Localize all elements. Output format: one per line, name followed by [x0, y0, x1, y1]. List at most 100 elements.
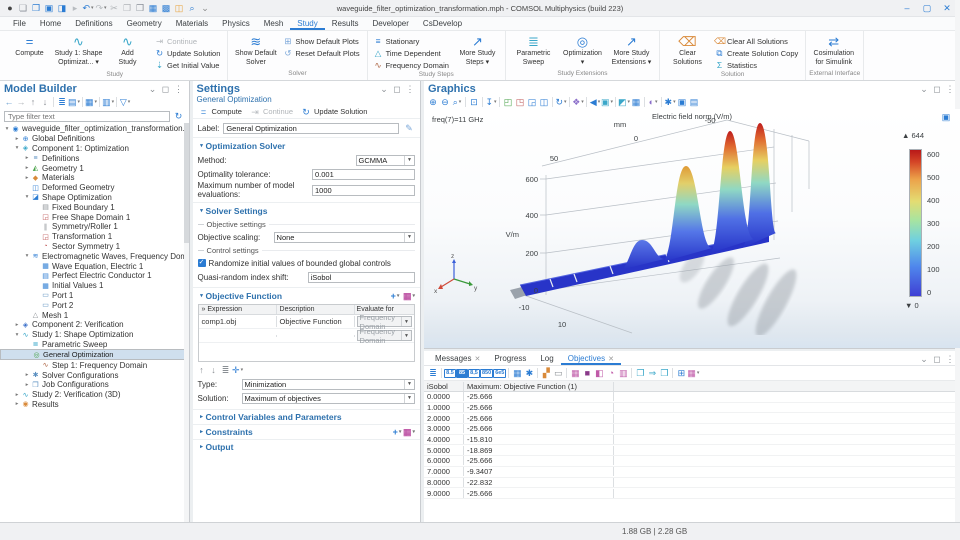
- tree-node[interactable]: ▸⊕Global Definitions: [0, 134, 189, 144]
- tree-node[interactable]: ▾∿Study 1: Shape Optimization: [0, 330, 189, 340]
- panel-menu-icon[interactable]: ⋮: [404, 83, 416, 95]
- tolerance-input[interactable]: [312, 169, 415, 180]
- checkbox-checked-icon[interactable]: ✓: [198, 259, 206, 267]
- tree-node[interactable]: ▾◉waveguide_filter_optimization_transfor…: [0, 124, 189, 134]
- parametric-sweep-button[interactable]: ≣ParametricSweep: [509, 32, 558, 70]
- zoom-out-icon[interactable]: ⊖: [439, 96, 451, 108]
- collapse-panel-icon[interactable]: ⌄: [378, 83, 390, 95]
- collapsed-arrow-icon[interactable]: ▸: [13, 401, 21, 407]
- compute-button[interactable]: =Compute: [5, 32, 54, 71]
- row-up-icon[interactable]: ↑: [196, 364, 208, 376]
- rotate-view-icon[interactable]: ↻▾: [555, 96, 567, 108]
- table-options-icon[interactable]: ▦▾: [687, 367, 699, 379]
- tree-node[interactable]: ▸∿Study 2: Verification (3D): [0, 390, 189, 400]
- time-dependent-button[interactable]: △Time Dependent: [371, 47, 453, 59]
- float-panel-icon[interactable]: ◻: [391, 83, 403, 95]
- export-table-icon[interactable]: ⇒: [646, 367, 658, 379]
- tree-node[interactable]: △Mesh 1: [0, 310, 189, 320]
- show-default-solver-button[interactable]: ≋Show DefaultSolver: [231, 32, 280, 70]
- model-manager-icon[interactable]: ▦: [147, 2, 159, 14]
- section-constraints[interactable]: ▸Constraints+▾▦▾: [193, 424, 420, 439]
- zoom-in-icon[interactable]: ⊕: [427, 96, 439, 108]
- create-solution-copy-button[interactable]: ⧉Create Solution Copy: [712, 47, 802, 59]
- update-solution-button[interactable]: ↻Update Solution: [300, 106, 367, 118]
- row-edit-icon[interactable]: ≣: [220, 364, 232, 376]
- load-objective-icon[interactable]: ▦▾: [403, 290, 415, 302]
- optimization-button[interactable]: ◎Optimization▾: [558, 32, 607, 70]
- menu-tab-developer[interactable]: Developer: [365, 18, 415, 30]
- precision-short-icon[interactable]: 8.5: [444, 369, 456, 378]
- tree-node[interactable]: ▾◈Component 1: Optimization: [0, 144, 189, 154]
- add-study-button[interactable]: ∿AddStudy: [103, 32, 152, 71]
- get-initial-value-button[interactable]: ⇣Get Initial Value: [152, 59, 224, 71]
- selection-list-icon[interactable]: ▣▾: [601, 96, 613, 108]
- index-shift-input[interactable]: [308, 272, 415, 283]
- section-solver-settings[interactable]: ▾ Solver Settings: [193, 203, 420, 218]
- zoom-box-icon[interactable]: ⌕▾: [451, 96, 463, 108]
- copy-icon[interactable]: ❐: [121, 2, 133, 14]
- collapsed-arrow-icon[interactable]: ▸: [23, 175, 31, 181]
- clear-table-icon[interactable]: ▞: [540, 367, 552, 379]
- sort-options-icon[interactable]: ▥▾: [102, 96, 114, 108]
- collapsed-arrow-icon[interactable]: ▸: [13, 136, 21, 142]
- table-bar-icon[interactable]: ▥: [617, 367, 629, 379]
- show-default-plots-button[interactable]: ⊞Show Default Plots: [280, 35, 363, 47]
- precision-full-icon[interactable]: 850: [480, 369, 493, 378]
- refresh-filter-icon[interactable]: ↻: [173, 110, 185, 122]
- table-row[interactable]: 4.0000-15.810: [424, 435, 960, 446]
- model-library-icon[interactable]: ▩: [160, 2, 172, 14]
- image-snapshot-icon[interactable]: ▣: [676, 96, 688, 108]
- evaluate-for-select[interactable]: Frequency Domain▼: [357, 316, 412, 327]
- expanded-arrow-icon[interactable]: ▾: [13, 145, 21, 151]
- save-search-icon[interactable]: ◨: [56, 2, 68, 14]
- add-objective-icon[interactable]: +▾: [389, 290, 401, 302]
- tree-node[interactable]: ▦Wave Equation, Electric 1: [0, 261, 189, 271]
- row-down-icon[interactable]: ↓: [208, 364, 220, 376]
- application-builder-icon[interactable]: ◫: [173, 2, 185, 14]
- view-settings-icon[interactable]: ▦: [630, 96, 642, 108]
- collapse-panel-icon[interactable]: ⌄: [147, 83, 159, 95]
- collapsed-arrow-icon[interactable]: ▸: [13, 322, 21, 328]
- solution-select[interactable]: Maximum of objectives ▼: [242, 393, 415, 404]
- move-down-icon[interactable]: ↓: [39, 96, 51, 108]
- tree-node[interactable]: ◎General Optimization: [0, 349, 189, 360]
- float-panel-icon[interactable]: ◻: [931, 83, 943, 95]
- plot-canvas[interactable]: freq(7)=11 GHz Electric field norm (V/m)…: [424, 109, 960, 348]
- plot-window-button-icon[interactable]: ▣: [940, 111, 952, 123]
- select-mode-icon[interactable]: ◀▾: [589, 96, 601, 108]
- go-back-icon[interactable]: ←: [3, 96, 15, 108]
- table-row[interactable]: 7.0000-9.3407: [424, 467, 960, 478]
- cut-icon[interactable]: ✂: [108, 2, 120, 14]
- table-cell[interactable]: Frequency Domain▼: [355, 329, 414, 342]
- auto-notation-icon[interactable]: ≣: [427, 367, 439, 379]
- move-up-icon[interactable]: ↑: [27, 96, 39, 108]
- table-pie-icon[interactable]: ◔: [605, 367, 617, 379]
- menu-tab-physics[interactable]: Physics: [215, 18, 257, 30]
- close-tab-icon[interactable]: ✕: [608, 355, 614, 363]
- type-select[interactable]: Minimization ▼: [242, 379, 415, 390]
- open-file-icon[interactable]: ❐: [30, 2, 42, 14]
- model-tree-nodes-icon[interactable]: ▤▾: [68, 96, 80, 108]
- orthographic-projection-icon[interactable]: ◫: [538, 96, 550, 108]
- menu-tab-definitions[interactable]: Definitions: [68, 18, 119, 30]
- section-output[interactable]: ▸Output: [193, 439, 420, 454]
- panel-menu-icon[interactable]: ⋮: [173, 83, 185, 95]
- more-study-steps-button[interactable]: ↗More StudySteps ▾: [453, 32, 502, 71]
- table-row[interactable]: Frequency Domain▼: [199, 329, 414, 343]
- reset-default-plots-button[interactable]: ↺Reset Default Plots: [280, 47, 363, 59]
- menu-tab-file[interactable]: File: [6, 18, 33, 30]
- float-panel-icon[interactable]: ◻: [931, 353, 943, 365]
- precision-comma-icon[interactable]: 8,5: [468, 369, 480, 378]
- table-histogram-icon[interactable]: ◧: [593, 367, 605, 379]
- tree-node[interactable]: ▸≡Definitions: [0, 153, 189, 163]
- collapsed-arrow-icon[interactable]: ▸: [13, 392, 21, 398]
- frequency-domain-button[interactable]: ∿Frequency Domain: [371, 59, 453, 71]
- print-icon[interactable]: ▤: [688, 96, 700, 108]
- filter-nodes-icon[interactable]: ▽▾: [119, 96, 131, 108]
- tab-log[interactable]: Log: [533, 353, 560, 365]
- show-options-icon[interactable]: ▦▾: [85, 96, 97, 108]
- view-yz-plane-icon[interactable]: ◳: [514, 96, 526, 108]
- table-row[interactable]: 8.0000-22.832: [424, 478, 960, 489]
- scene-light-icon[interactable]: ❖▾: [572, 96, 584, 108]
- section-objective-function[interactable]: ▾ Objective Function +▾▦▾: [193, 288, 420, 303]
